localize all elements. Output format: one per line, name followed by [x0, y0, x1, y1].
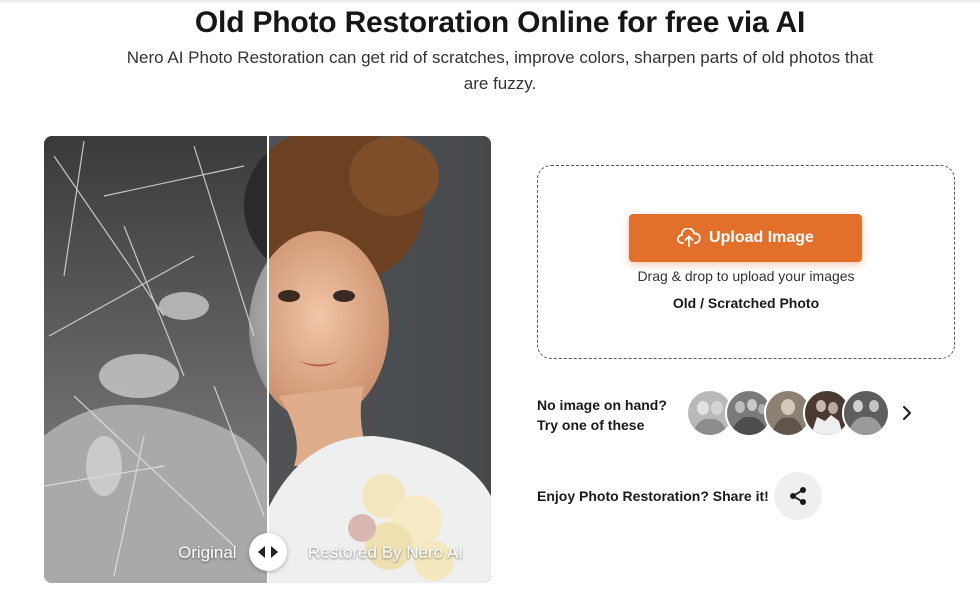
samples-next-button[interactable] [898, 402, 916, 424]
share-icon [790, 487, 806, 505]
share-prompt: Enjoy Photo Restoration? Share it! [537, 488, 769, 504]
sample-prompt: No image on hand? Try one of these [537, 395, 667, 435]
original-label: Original [178, 543, 237, 562]
share-button[interactable] [774, 472, 822, 520]
page-subtitle: Nero AI Photo Restoration can get rid of… [126, 48, 874, 93]
left-right-arrows-icon [258, 546, 278, 558]
upload-dropzone[interactable] [537, 165, 955, 359]
restored-label: Restored By Nero AI [308, 543, 463, 562]
upload-image-button[interactable]: Upload Image [629, 214, 862, 262]
cloud-upload-icon [677, 228, 701, 247]
page-title: Old Photo Restoration Online for free vi… [194, 6, 806, 39]
top-shadow [0, 0, 980, 4]
sample-prompt-line2: Try one of these [537, 417, 645, 433]
drag-drop-hint: Drag & drop to upload your images [637, 268, 855, 284]
sample-prompt-line1: No image on hand? [537, 397, 667, 413]
upload-button-label: Upload Image [709, 229, 814, 246]
before-after-comparison[interactable] [44, 136, 491, 583]
chevron-right-icon [902, 405, 912, 421]
comparison-image [44, 136, 491, 583]
sample-thumbnails [686, 389, 896, 437]
photo-type-label: Old / Scratched Photo [672, 295, 820, 311]
sample-thumbnail[interactable] [842, 389, 890, 437]
comparison-slider-handle[interactable] [249, 533, 287, 571]
